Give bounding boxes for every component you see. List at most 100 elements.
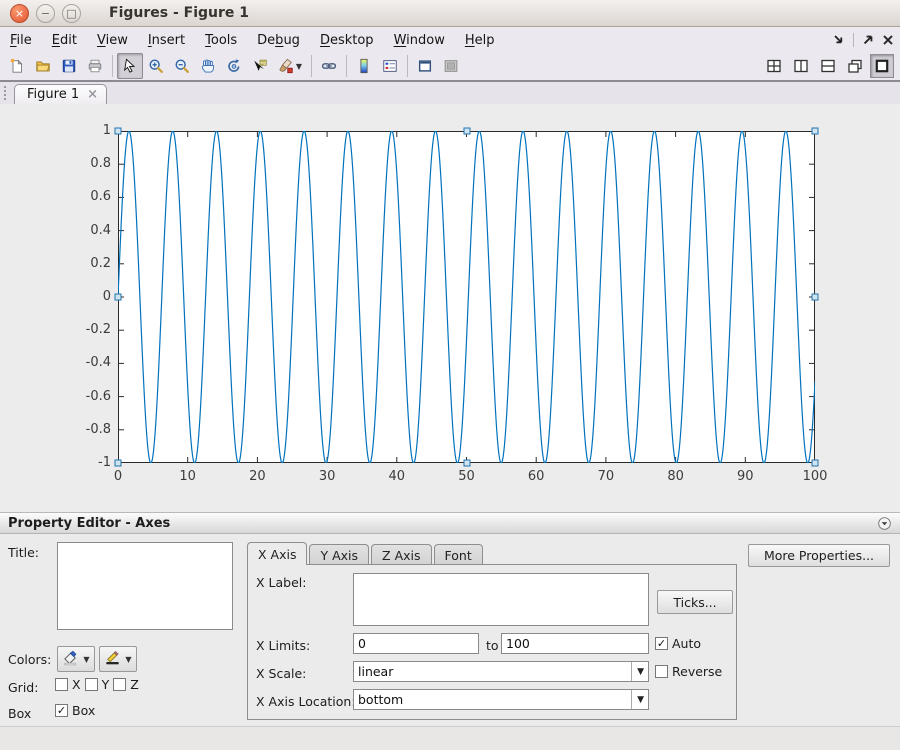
menu-item-edit[interactable]: Edit [42,30,87,51]
x-axis-location-select[interactable]: bottom ▼ [353,689,649,710]
grid-y-checkbox[interactable] [85,678,98,691]
insert-legend-button[interactable] [377,53,403,79]
selection-handle[interactable] [463,460,470,467]
y-tick-label: 0.2 [71,256,111,271]
print-figure-button[interactable] [82,53,108,79]
float-windows-button[interactable] [843,54,867,78]
tab-close-icon[interactable]: × [87,87,98,102]
auto-checkbox[interactable]: ✓ [655,637,668,650]
pan-hand-button[interactable] [195,53,221,79]
save-figure-button[interactable] [56,53,82,79]
dock-figure-icon[interactable] [831,32,847,48]
x-tick-label: 80 [667,469,684,484]
y-tick-label: 0 [71,289,111,304]
chevron-down-icon: ▼ [631,662,644,681]
auto-label: Auto [672,636,701,651]
figure-canvas[interactable]: 0102030405060708090100-1-0.8-0.6-0.4-0.2… [0,104,900,512]
maximize-view-button[interactable] [870,54,894,78]
show-plot-tools-button[interactable] [438,53,464,79]
property-editor-header[interactable]: Property Editor - Axes [0,513,900,534]
menu-item-debug[interactable]: Debug [247,30,310,51]
x-tick-label: 100 [803,469,828,484]
selection-handle[interactable] [812,294,819,301]
plot-axes[interactable] [118,131,815,463]
tile-horizontal-button[interactable] [816,54,840,78]
window-layout-buttons [762,54,894,78]
toolbar-group [316,53,342,79]
show-plot-tools-icon [443,58,459,74]
chevron-down-icon: ▼ [631,690,644,709]
line-color-icon [104,649,121,669]
tab-x-axis[interactable]: X Axis [247,542,307,565]
axes-title-input[interactable] [57,542,233,630]
grid-x-checkbox[interactable] [55,678,68,691]
box-checkbox[interactable]: ✓ [55,704,68,717]
brush-data-button[interactable]: ▼ [273,53,307,79]
menu-item-view[interactable]: View [87,30,138,51]
x-tick-label: 40 [389,469,406,484]
undock-icon[interactable] [860,32,876,48]
y-tick-label: -0.4 [71,355,111,370]
collapse-panel-icon[interactable] [877,516,892,531]
data-cursor-button[interactable] [247,53,273,79]
rotate-3d-button[interactable] [221,53,247,79]
link-plot-button[interactable] [316,53,342,79]
new-figure-button[interactable] [4,53,30,79]
float-windows-icon [847,58,863,74]
x-limits-label: X Limits: [256,638,310,653]
selection-handle[interactable] [812,128,819,135]
reverse-checkbox[interactable] [655,665,668,678]
menu-item-insert[interactable]: Insert [138,30,195,51]
insert-colorbar-button[interactable] [351,53,377,79]
axis-tabs: X AxisY AxisZ AxisFont [247,542,485,565]
selection-handle[interactable] [463,128,470,135]
hide-plot-tools-icon [417,58,433,74]
x-tick-label: 60 [528,469,545,484]
titlebar[interactable]: ×−□ Figures - Figure 1 [0,0,900,27]
selection-handle[interactable] [812,460,819,467]
menu-item-tools[interactable]: Tools [195,30,247,51]
selection-handle[interactable] [115,128,122,135]
menu-item-window[interactable]: Window [384,30,455,51]
hide-plot-tools-button[interactable] [412,53,438,79]
zoom-out-button[interactable] [169,53,195,79]
figure-toolbar: ▼ [0,52,900,82]
x-axis-tab-panel: X Label: Ticks... X Limits: to ✓Auto X S… [247,564,737,720]
x-limit-max-input[interactable] [501,633,649,654]
menu-item-desktop[interactable]: Desktop [310,30,384,51]
tab-z-axis[interactable]: Z Axis [371,544,431,565]
x-axis-location-label: X Axis Location: [256,694,356,709]
line-color-button[interactable]: ▼ [99,646,137,672]
tab-font[interactable]: Font [434,544,483,565]
tile-grid-icon [766,58,782,74]
more-properties-button[interactable]: More Properties... [748,544,890,567]
property-editor-body: Title: Colors: ▼ ▼ Grid: XYZ Box ✓Box X … [0,534,900,727]
tile-vertical-button[interactable] [789,54,813,78]
menu-item-file[interactable]: File [0,30,42,51]
ticks-button[interactable]: Ticks... [657,590,733,614]
x-tick-label: 90 [737,469,754,484]
y-tick-label: -0.8 [71,422,111,437]
maximize-window-button[interactable]: □ [62,4,81,23]
selection-handle[interactable] [115,460,122,467]
tile-grid-button[interactable] [762,54,786,78]
open-file-button[interactable] [30,53,56,79]
grid-z-checkbox[interactable] [113,678,126,691]
title-field-label: Title: [8,545,39,560]
pan-hand-icon [200,58,216,74]
tab-figure-1[interactable]: Figure 1× [14,84,107,104]
property-editor-panel: Property Editor - Axes Title: Colors: ▼ … [0,512,900,726]
zoom-in-button[interactable] [143,53,169,79]
tab-y-axis[interactable]: Y Axis [309,544,369,565]
minimize-window-button[interactable]: − [36,4,55,23]
close-panel-icon[interactable] [880,32,896,48]
x-label-input[interactable] [353,573,649,626]
x-scale-select[interactable]: linear ▼ [353,661,649,682]
selection-handle[interactable] [115,294,122,301]
fill-color-button[interactable]: ▼ [57,646,95,672]
tabbar-grip-handle[interactable] [4,86,8,100]
close-window-button[interactable]: × [10,4,29,23]
x-limit-min-input[interactable] [353,633,479,654]
edit-plot-arrow-button[interactable] [117,53,143,79]
menu-item-help[interactable]: Help [455,30,505,51]
